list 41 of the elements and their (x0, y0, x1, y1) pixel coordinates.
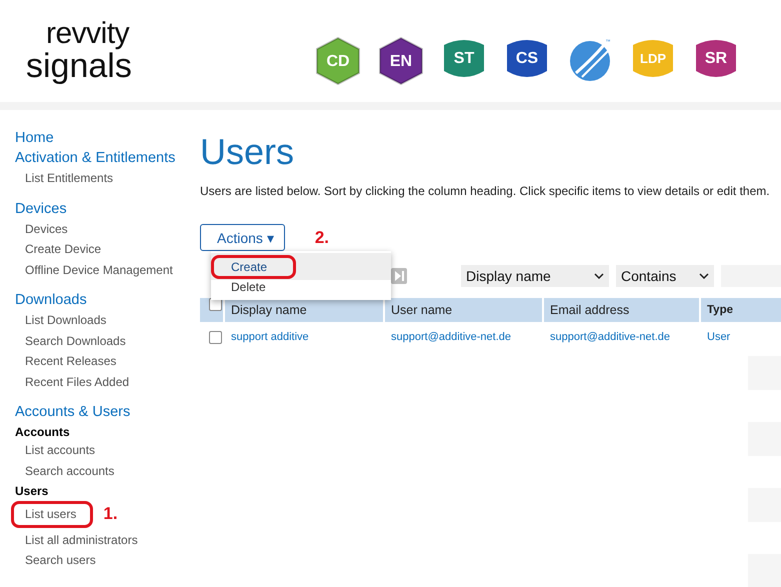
sidebar-heading[interactable]: Accounts & Users (15, 402, 185, 422)
sidebar-heading[interactable]: Home (15, 128, 185, 148)
sidebar-link[interactable]: List all administrators (25, 530, 185, 550)
column-header[interactable]: Email address (544, 298, 701, 322)
menu-item[interactable]: Delete (211, 280, 391, 300)
field-dropdown[interactable]: Display name (461, 265, 609, 287)
sidebar-heading[interactable]: Devices (15, 198, 185, 218)
sidebar-link[interactable]: List Downloads (25, 310, 185, 330)
sidebar-link[interactable]: Recent Files Added (25, 372, 185, 392)
chevron-icon (699, 273, 709, 279)
operator-dropdown[interactable]: Contains (616, 265, 714, 287)
sidebar-link[interactable]: List accounts (25, 440, 185, 460)
sidebar-link[interactable]: List Entitlements (25, 168, 185, 188)
table-cell[interactable]: support@additive-net.de (385, 331, 544, 343)
page-description: Users are listed below. Sort by clicking the column heading. Click specific items to view details or edit them. (200, 184, 771, 198)
sidebar-link[interactable]: Devices (25, 218, 185, 239)
logo: revvity signals (26, 19, 133, 83)
sidebar-link[interactable]: Search users (25, 550, 185, 570)
table-cell[interactable]: support additive (225, 331, 385, 343)
sidebar-link[interactable]: Create Device (25, 239, 185, 260)
annotation-number: 1. (103, 504, 118, 524)
menu-item[interactable]: Create (211, 253, 391, 280)
page-title: Users (200, 130, 296, 174)
sidebar-link[interactable]: List users (25, 504, 76, 524)
column-header[interactable]: Type (701, 298, 781, 322)
sidebar-link[interactable]: Search Downloads (25, 330, 185, 351)
sidebar-heading[interactable]: Downloads (15, 290, 185, 310)
sidebar-subheading: Users (15, 483, 50, 499)
last-page-icon[interactable] (391, 268, 407, 284)
table-cell[interactable]: support@additive-net.de (544, 331, 701, 343)
sidebar-link[interactable]: Recent Releases (25, 351, 185, 372)
table-cell[interactable]: User (701, 331, 781, 343)
annotation-number: 2. (314, 228, 329, 248)
sidebar-link[interactable]: Search accounts (25, 460, 185, 481)
app-badge[interactable]: EN (379, 37, 423, 85)
sidebar-link[interactable]: Offline Device Management (25, 260, 185, 280)
sidebar-heading[interactable]: Activation & Entitlements (15, 148, 185, 168)
chevron-icon (594, 273, 604, 279)
actions-button[interactable]: Actions ▾ (200, 224, 285, 251)
row-checkbox[interactable] (209, 330, 222, 344)
sidebar-subheading: Accounts (15, 424, 71, 440)
